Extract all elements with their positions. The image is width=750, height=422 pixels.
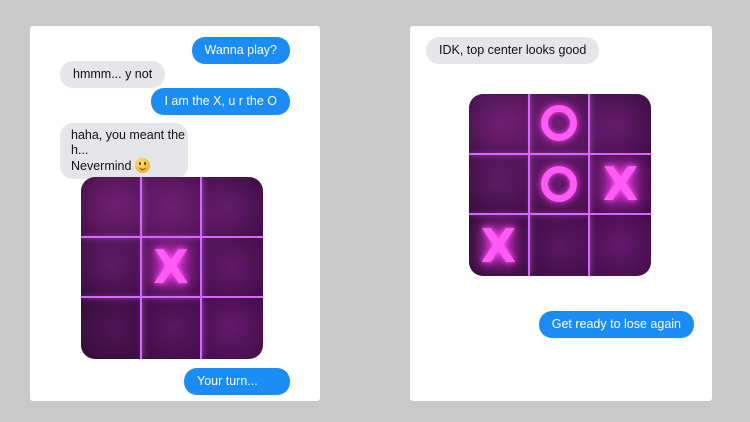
- o-mark: [540, 105, 577, 142]
- board-cell: [469, 154, 530, 216]
- x-mark: X: [153, 239, 189, 294]
- message-received: IDK, top center looks good: [426, 37, 600, 64]
- board-cell: [529, 94, 591, 155]
- board-cell: X: [469, 215, 530, 276]
- chat-panel-right: IDK, top center looks good XX Get ready …: [410, 26, 712, 401]
- message-received: haha, you meant the h... Nevermind: [60, 123, 188, 179]
- message-line: Nevermind: [71, 158, 188, 174]
- board-cell: [81, 298, 142, 359]
- x-mark: X: [602, 156, 639, 211]
- board-cell: [590, 215, 651, 276]
- message-sent: Wanna play?: [191, 37, 290, 64]
- board-cell: [81, 177, 142, 238]
- board-cell: [202, 237, 263, 299]
- message-received: hmmm... y not: [60, 61, 166, 88]
- tic-tac-toe-board: X: [81, 177, 263, 359]
- board-cell: [202, 177, 263, 238]
- board-cell: [141, 177, 203, 238]
- board-cell: [529, 154, 591, 216]
- board-cell: [141, 298, 203, 359]
- board-cell: X: [590, 154, 651, 216]
- board-cell: [469, 94, 530, 155]
- message-sent: Get ready to lose again: [538, 311, 694, 338]
- message-sent: I am the X, u r the O: [151, 88, 290, 115]
- message-line: haha, you meant the h...: [71, 128, 185, 157]
- board-cell: [590, 94, 651, 155]
- chat-panel-left: Wanna play? hmmm... y not I am the X, u …: [30, 26, 320, 401]
- board-cell: [81, 237, 142, 299]
- message-sent: Your turn...: [184, 368, 290, 395]
- grinning-emoji-icon: [135, 158, 151, 173]
- o-mark: [540, 165, 577, 202]
- tic-tac-toe-board: XX: [469, 94, 651, 276]
- board-cell: [529, 215, 591, 276]
- board-cell: X: [141, 237, 203, 299]
- board-cell: [202, 298, 263, 359]
- x-mark: X: [480, 218, 517, 273]
